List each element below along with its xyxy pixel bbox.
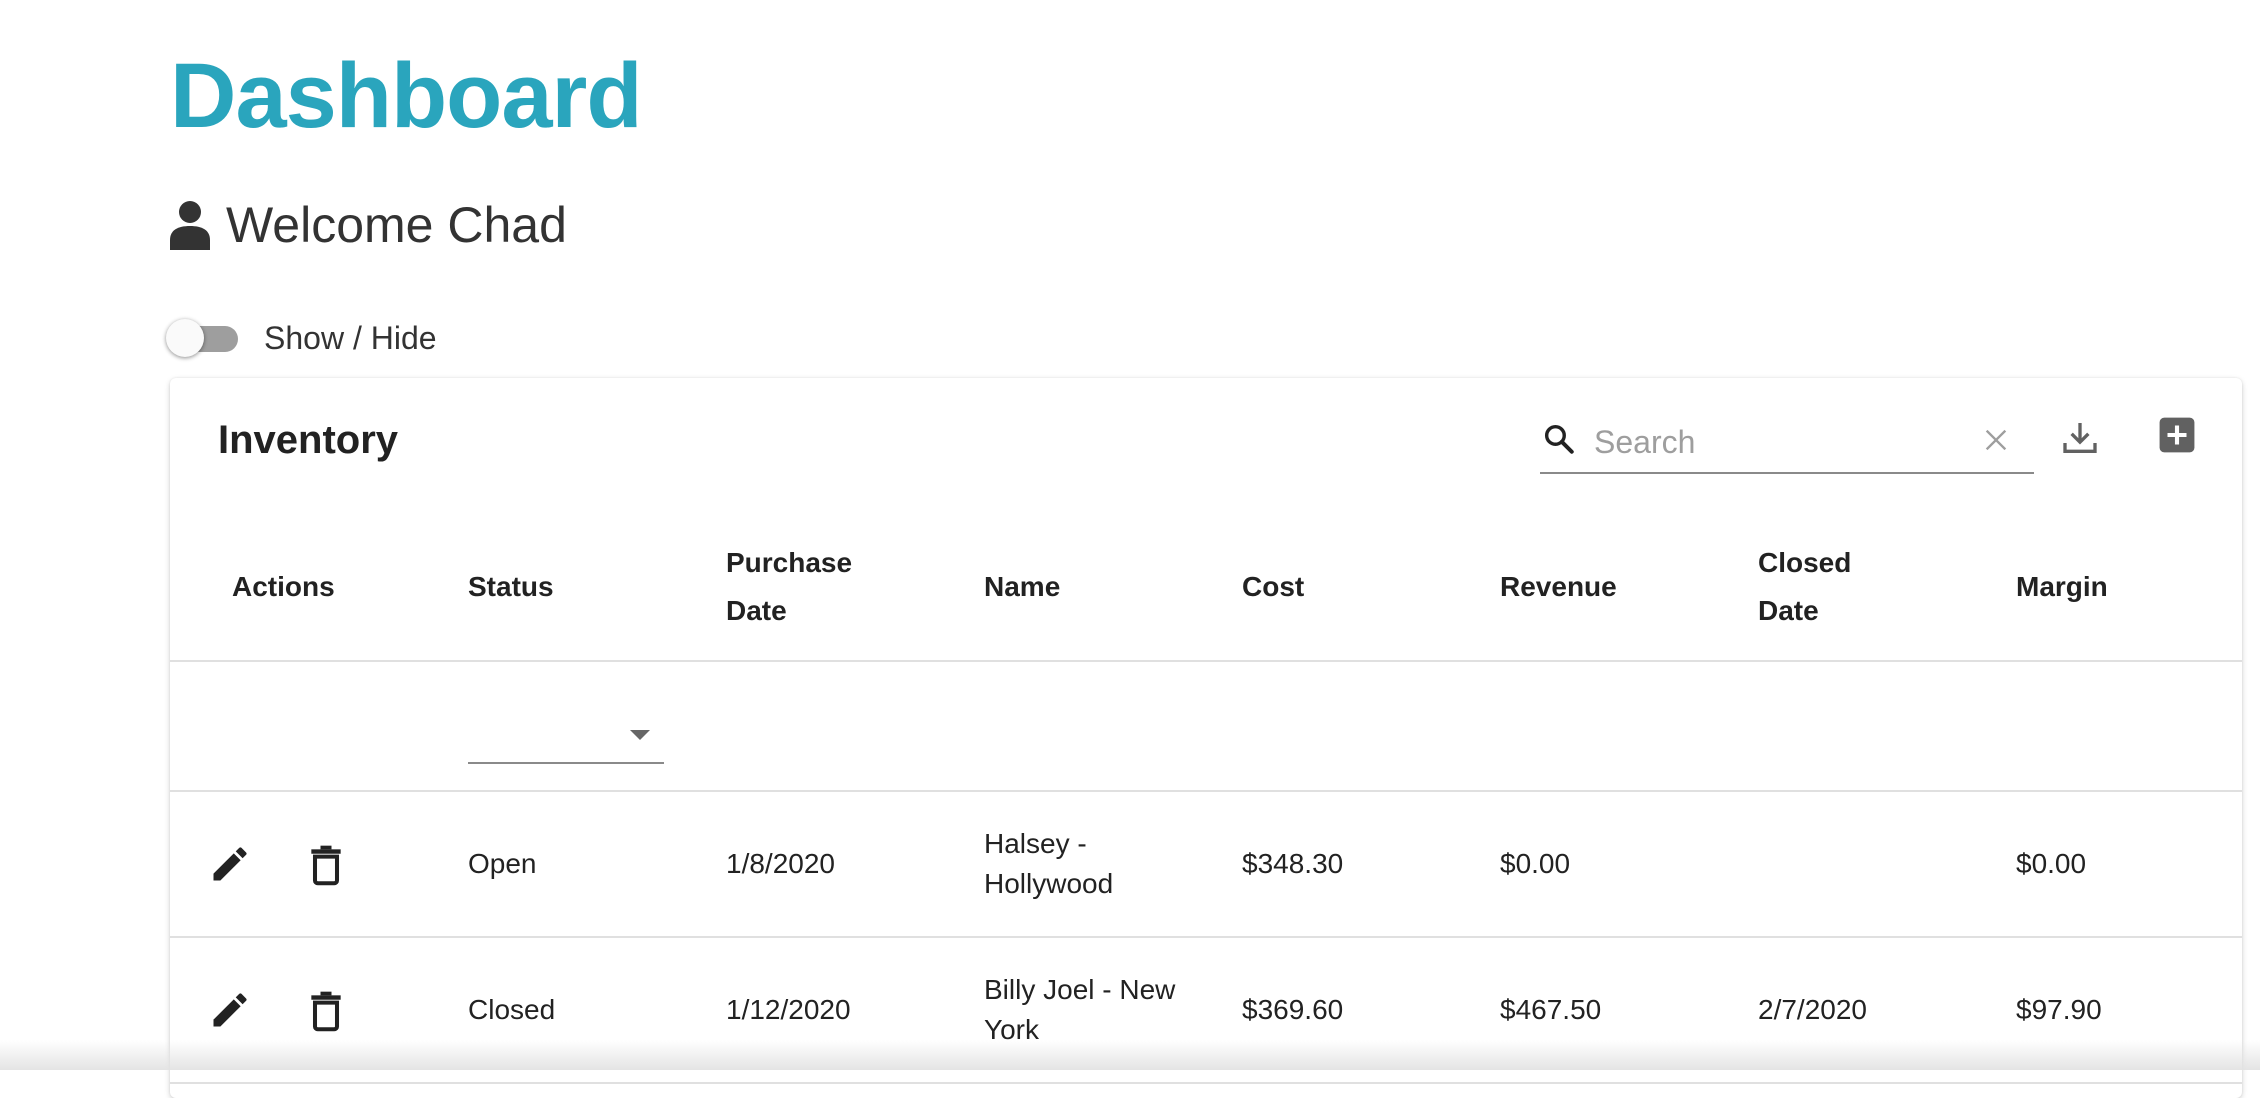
show-hide-toggle[interactable] bbox=[166, 318, 240, 358]
column-header[interactable]: Purchase Date bbox=[726, 514, 876, 660]
filter-row bbox=[170, 662, 2242, 792]
purchase-date-cell: 1/8/2020 bbox=[726, 848, 835, 879]
chevron-down-icon bbox=[630, 730, 650, 740]
revenue-cell: $0.00 bbox=[1500, 848, 1571, 879]
table-row: Open 1/8/2020 Halsey - Hollywood $348.30… bbox=[170, 792, 2242, 938]
margin-cell: $0.00 bbox=[2016, 848, 2087, 879]
column-header[interactable]: Revenue bbox=[1500, 514, 1730, 660]
inventory-table: Actions Status Purchase Date Name Cost R… bbox=[170, 514, 2242, 1084]
status-cell: Open bbox=[468, 848, 537, 879]
inventory-title: Inventory bbox=[218, 418, 399, 462]
column-header[interactable]: Closed Date bbox=[1758, 514, 1878, 660]
add-box-icon[interactable] bbox=[2158, 416, 2196, 454]
column-header[interactable]: Margin bbox=[2016, 514, 2216, 660]
column-header[interactable]: Name bbox=[984, 514, 1214, 660]
edit-icon[interactable] bbox=[208, 988, 252, 1032]
toggle-label: Show / Hide bbox=[264, 319, 437, 356]
welcome-header: Welcome Chad bbox=[168, 200, 567, 250]
closed-date-cell bbox=[1758, 792, 1988, 936]
search-icon bbox=[1544, 424, 1574, 454]
window-bottom-edge bbox=[0, 1040, 2260, 1070]
page-title: Dashboard bbox=[170, 45, 643, 147]
delete-icon[interactable] bbox=[304, 842, 348, 886]
name-cell: Halsey - Hollywood bbox=[984, 828, 1114, 899]
column-header[interactable]: Actions bbox=[232, 514, 432, 660]
column-header[interactable]: Status bbox=[468, 514, 698, 660]
cost-cell: $348.30 bbox=[1242, 848, 1344, 879]
column-header[interactable]: Cost bbox=[1242, 514, 1472, 660]
download-icon[interactable] bbox=[2060, 418, 2100, 458]
search-box bbox=[1540, 412, 2034, 474]
table-header-row: Actions Status Purchase Date Name Cost R… bbox=[170, 514, 2242, 662]
welcome-text: Welcome Chad bbox=[226, 197, 567, 253]
user-icon bbox=[170, 201, 210, 250]
edit-icon[interactable] bbox=[208, 842, 252, 886]
inventory-card: Inventory Actions Status Purchase Date N… bbox=[170, 378, 2242, 1098]
toggle-thumb[interactable] bbox=[166, 319, 204, 357]
status-filter-select[interactable] bbox=[468, 712, 664, 764]
show-hide-toggle-row: Show / Hide bbox=[166, 318, 437, 358]
search-input[interactable] bbox=[1592, 416, 1966, 468]
delete-icon[interactable] bbox=[304, 988, 348, 1032]
close-icon[interactable] bbox=[1980, 424, 2012, 456]
